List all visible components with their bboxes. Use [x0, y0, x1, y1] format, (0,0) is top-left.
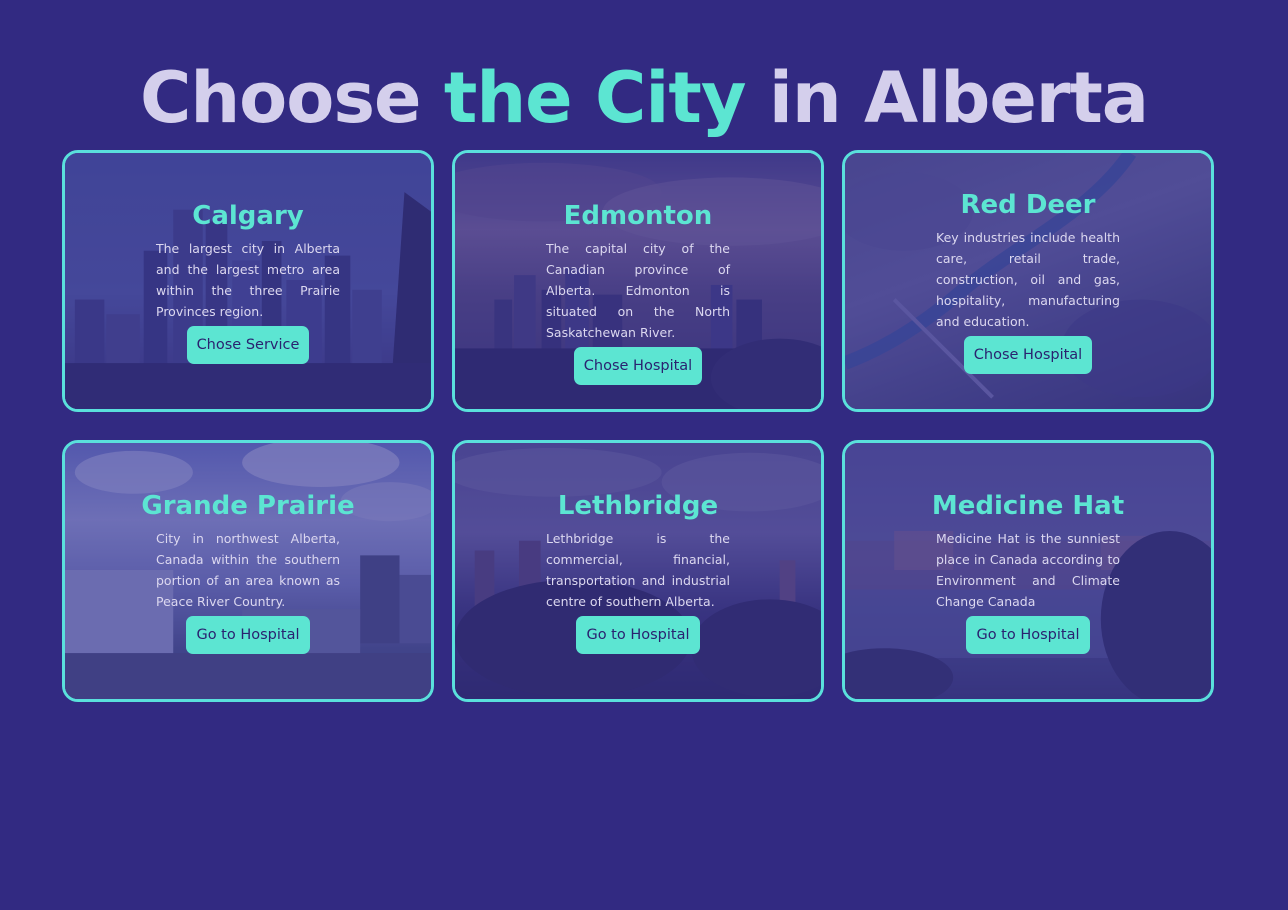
city-description: Medicine Hat is the sunniest place in Ca…: [936, 531, 1120, 609]
chose-hospital-button[interactable]: Chose Hospital: [573, 347, 703, 385]
title-part2: in Alberta: [745, 57, 1149, 139]
city-description: Key industries include health care, reta…: [936, 230, 1120, 329]
chose-hospital-button[interactable]: Chose Hospital: [963, 336, 1093, 374]
city-card-lethbridge: Lethbridge Lethbridge is the commercial,…: [452, 440, 824, 702]
page-title: Choose the City in Alberta: [0, 56, 1288, 140]
city-name: Lethbridge: [557, 491, 719, 521]
city-card-red-deer: Red Deer Key industries include health c…: [842, 150, 1214, 412]
city-card-calgary: Calgary The largest city in Alberta and …: [62, 150, 434, 412]
city-name: Calgary: [192, 201, 304, 231]
city-card-grande-prairie: Grande Prairie City in northwest Alberta…: [62, 440, 434, 702]
title-part1: Choose: [139, 57, 444, 139]
title-accent: the City: [443, 57, 747, 139]
city-name: Red Deer: [960, 190, 1096, 220]
city-name: Edmonton: [563, 201, 713, 231]
chose-service-button[interactable]: Chose Service: [186, 326, 310, 364]
city-description: Lethbridge is the commercial, financial,…: [546, 531, 730, 609]
city-description: City in northwest Alberta, Canada within…: [156, 531, 340, 609]
city-description: The largest city in Alberta and the larg…: [156, 241, 340, 319]
city-card-medicine-hat: Medicine Hat Medicine Hat is the sunnies…: [842, 440, 1214, 702]
city-description: The capital city of the Canadian provinc…: [546, 241, 730, 340]
go-to-hospital-button[interactable]: Go to Hospital: [186, 616, 310, 654]
city-name: Medicine Hat: [931, 491, 1125, 521]
go-to-hospital-button[interactable]: Go to Hospital: [966, 616, 1090, 654]
city-name: Grande Prairie: [141, 491, 355, 521]
go-to-hospital-button[interactable]: Go to Hospital: [576, 616, 700, 654]
city-card-edmonton: Edmonton The capital city of the Canadia…: [452, 150, 824, 412]
